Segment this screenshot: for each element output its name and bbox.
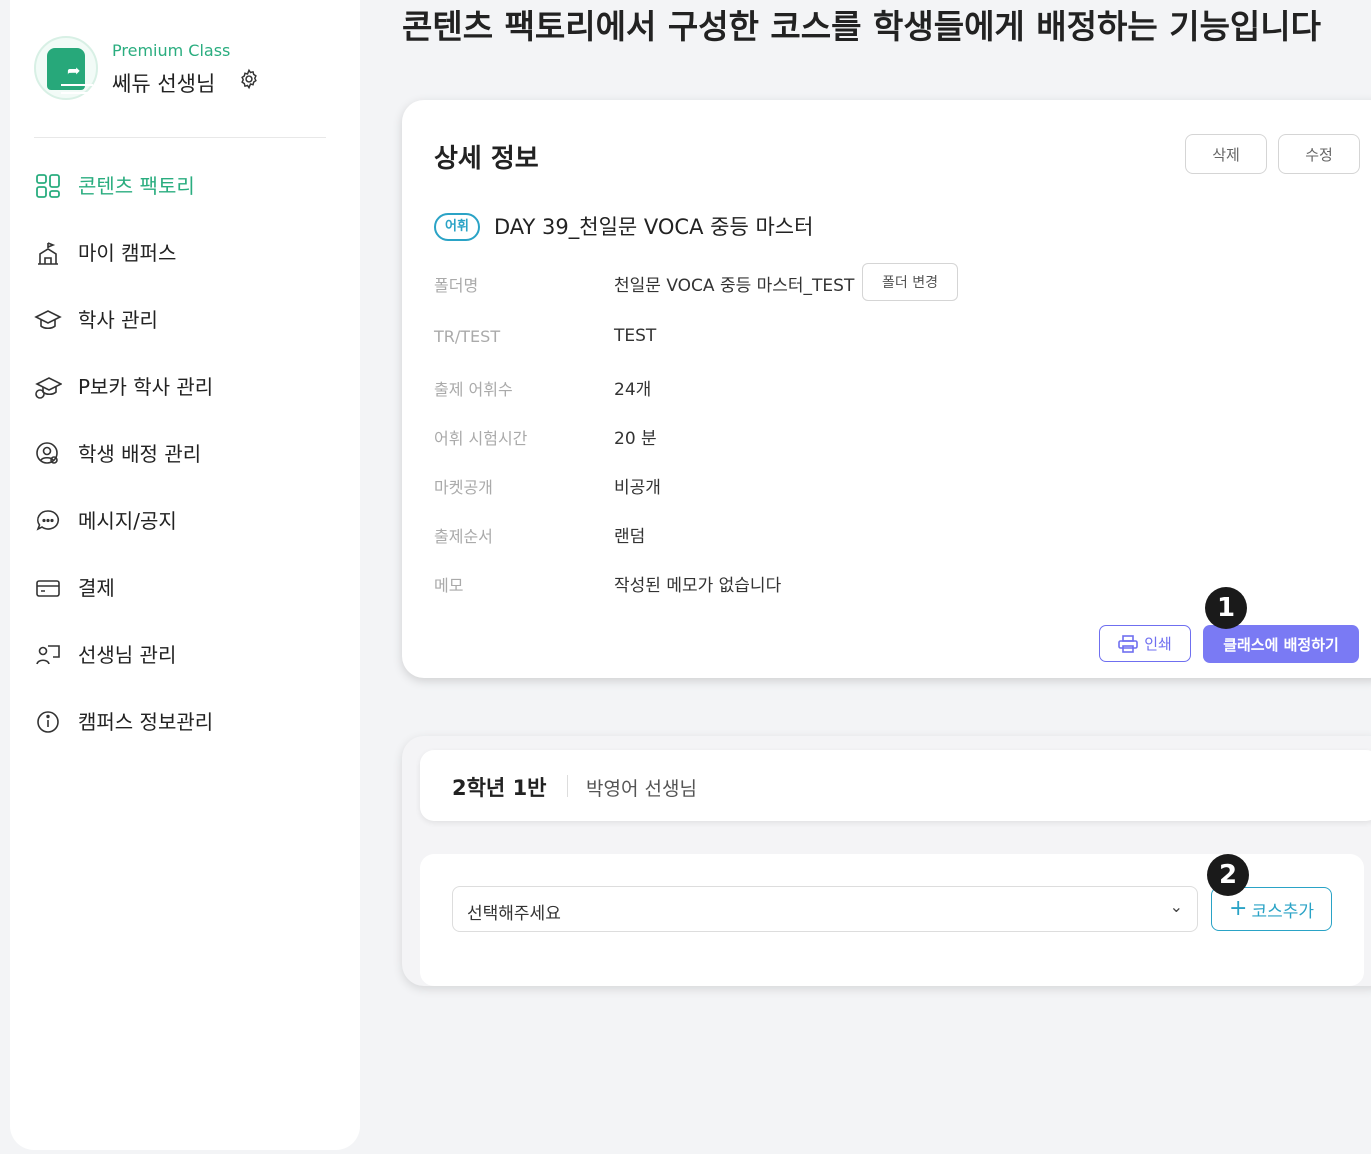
graduation-cap-icon (34, 306, 62, 334)
plus-icon: + (1229, 896, 1248, 921)
sidebar-item-label: 캠퍼스 정보관리 (78, 710, 214, 734)
row-value-tr-test: TEST (614, 326, 657, 346)
row-label-test-time: 어휘 시험시간 (434, 429, 528, 448)
profile: ➦ Premium Class 쎄듀 선생님 (34, 36, 334, 106)
add-course-label: 코스추가 (1251, 901, 1314, 922)
row-value-folder: 천일문 VOCA 중등 마스터_TEST (614, 276, 855, 296)
item-title: DAY 39_천일문 VOCA 중등 마스터 (494, 215, 814, 239)
sidebar-item-student-assign[interactable]: 학생 배정 관리 (34, 440, 334, 507)
sidebar-item-payment[interactable]: 결제 (34, 574, 334, 641)
print-button[interactable]: 인쇄 (1099, 625, 1191, 662)
row-value-test-time: 20 분 (614, 429, 657, 449)
sidebar-item-label: 학생 배정 관리 (78, 442, 202, 466)
class-header: 2학년 1반 박영어 선생님 (420, 750, 1371, 821)
book-share-icon: ➦ (47, 48, 93, 94)
category-tag: 어휘 (434, 213, 480, 241)
sidebar-item-label: 메시지/공지 (78, 509, 177, 533)
row-label-memo: 메모 (434, 576, 464, 595)
gear-icon[interactable] (238, 68, 260, 95)
sidebar-item-label: 마이 캠퍼스 (78, 241, 177, 265)
row-value-word-count: 24개 (614, 380, 652, 400)
p-graduation-cap-icon (34, 373, 62, 401)
sidebar-item-content-factory[interactable]: 콘텐츠 팩토리 (34, 172, 334, 239)
row-label-order: 출제순서 (434, 527, 493, 546)
page-headline: 콘텐츠 팩토리에서 구성한 코스를 학생들에게 배정하는 기능입니다 (402, 7, 1322, 46)
logo: ➦ (34, 36, 98, 100)
delete-button[interactable]: 삭제 (1185, 134, 1267, 174)
class-panel: 2학년 1반 박영어 선생님 선택해주세요 ⌄ + 코스추가 2 (402, 736, 1371, 986)
sidebar-item-campus-info[interactable]: 캠퍼스 정보관리 (34, 708, 334, 775)
course-select-placeholder: 선택해주세요 (467, 904, 561, 924)
row-label-word-count: 출제 어휘수 (434, 380, 513, 399)
printer-icon (1118, 634, 1138, 653)
sidebar-item-label: 결제 (78, 576, 115, 600)
class-name: 2학년 1반 (452, 776, 547, 800)
sidebar-menu: 콘텐츠 팩토리 마이 캠퍼스 학사 관리 P보카 학사 관리 학생 배정 관리 … (34, 172, 334, 775)
class-separator (567, 775, 568, 797)
credit-card-icon (34, 574, 62, 602)
sidebar: ➦ Premium Class 쎄듀 선생님 콘텐츠 팩토리 마이 캠퍼스 학사… (10, 0, 360, 1150)
teacher-board-icon (34, 641, 62, 669)
grid-icon (34, 172, 62, 200)
info-icon (34, 708, 62, 736)
row-value-market: 비공개 (614, 478, 661, 498)
row-label-folder: 폴더명 (434, 276, 479, 295)
sidebar-item-pvoca-academic[interactable]: P보카 학사 관리 (34, 373, 334, 440)
sidebar-item-label: 콘텐츠 팩토리 (78, 174, 195, 198)
student-assign-icon (34, 440, 62, 468)
sidebar-divider (34, 137, 326, 138)
class-teacher: 박영어 선생님 (586, 778, 697, 800)
sidebar-item-my-campus[interactable]: 마이 캠퍼스 (34, 239, 334, 306)
edit-button[interactable]: 수정 (1278, 134, 1360, 174)
row-value-order: 랜덤 (614, 527, 646, 547)
folder-change-button[interactable]: 폴더 변경 (862, 263, 958, 301)
print-label: 인쇄 (1144, 635, 1172, 653)
sidebar-item-teachers[interactable]: 선생님 관리 (34, 641, 334, 708)
step-badge-2: 2 (1207, 854, 1249, 896)
sidebar-item-label: 학사 관리 (78, 308, 158, 332)
teacher-name: 쎄듀 선생님 (112, 72, 216, 96)
sidebar-item-label: P보카 학사 관리 (78, 375, 214, 399)
row-label-market: 마켓공개 (434, 478, 493, 497)
sidebar-item-messages[interactable]: 메시지/공지 (34, 507, 334, 574)
sidebar-item-label: 선생님 관리 (78, 643, 177, 667)
row-label-tr-test: TR/TEST (434, 327, 501, 346)
assign-to-class-button[interactable]: 클래스에 배정하기 (1203, 625, 1359, 663)
sidebar-item-academic[interactable]: 학사 관리 (34, 306, 334, 373)
row-value-memo: 작성된 메모가 없습니다 (614, 576, 782, 596)
detail-title: 상세 정보 (434, 144, 539, 174)
chevron-down-icon: ⌄ (1169, 897, 1183, 916)
plan-tier: Premium Class (112, 41, 231, 60)
step-badge-1: 1 (1205, 587, 1247, 629)
chat-bubble-icon (34, 507, 62, 535)
campus-icon (34, 239, 62, 267)
detail-card: 상세 정보 삭제 수정 어휘 DAY 39_천일문 VOCA 중등 마스터 폴더… (402, 100, 1371, 678)
course-select[interactable]: 선택해주세요 ⌄ (452, 886, 1198, 932)
